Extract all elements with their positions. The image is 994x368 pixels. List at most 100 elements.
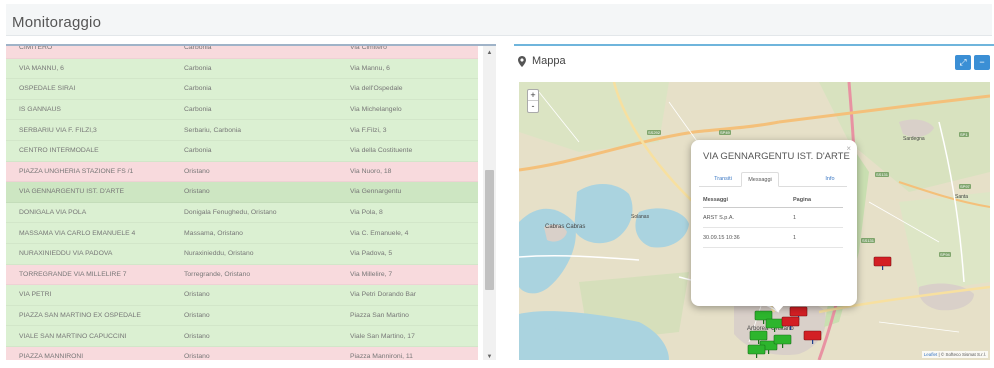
scroll-thumb[interactable]	[485, 170, 494, 290]
address-cell: Via Petri Dorando Bar	[350, 291, 416, 299]
stop-name-cell: CENTRO INTERMODALE	[19, 147, 99, 155]
bus-marker-red[interactable]	[781, 316, 801, 330]
map-attribution: Leaflet | © Softeco Sismat S.r.l.	[921, 351, 988, 358]
city-cell: Oristano	[184, 312, 210, 320]
city-cell: Oristano	[184, 353, 210, 360]
stop-name-cell: VIA MANNU, 6	[19, 64, 64, 72]
zoom-in-button[interactable]: +	[528, 90, 538, 101]
stop-name-cell: CIMITERO	[19, 44, 53, 52]
place-label-santa: Santa	[955, 194, 969, 200]
table-row[interactable]: CENTRO INTERMODALE Carbonia Via della Cost…	[6, 140, 478, 162]
table-row: 30.09.15 10:36 1	[703, 228, 843, 248]
bus-marker-green[interactable]	[747, 344, 767, 358]
address-cell: Via Michelangelo	[350, 106, 402, 114]
messages-table: Messaggi Pagina ARST S.p.A. 1 30.09.15 1…	[703, 192, 843, 248]
table-row[interactable]: PIAZZA SAN MARTINO EX OSPEDALE Oristano Pi…	[6, 305, 478, 327]
tab-transiti[interactable]: Transiti	[709, 172, 737, 187]
list-scrollbar[interactable]: ▲ ▼	[483, 46, 496, 360]
table-row[interactable]: IS GANNAUS Carbonia Via Michelangelo	[6, 99, 478, 121]
leaflet-link[interactable]: Leaflet	[924, 352, 938, 357]
expand-icon: ⤢	[959, 57, 967, 67]
bus-marker-red[interactable]	[873, 256, 893, 270]
road-label: SS292	[647, 130, 662, 135]
address-cell: Via della Costituente	[350, 147, 413, 155]
stop-name-cell: MASSAMA VIA CARLO EMANUELE 4	[19, 229, 136, 237]
tab-messaggi[interactable]: Messaggi	[741, 172, 779, 187]
city-cell: Oristano	[184, 332, 210, 340]
address-cell: Via F.Filzi, 3	[350, 126, 387, 134]
city-cell: Donigala Fenughedu, Oristano	[184, 209, 277, 217]
stop-name-cell: SERBARIU VIA F. FILZI,3	[19, 126, 97, 134]
address-cell: Piazza San Martino	[350, 312, 409, 320]
table-row[interactable]: OSPEDALE SIRAI Carbonia Via dell'Ospedale	[6, 79, 478, 100]
address-cell: Viale San Martino, 17	[350, 332, 415, 340]
monitoring-page: Monitoraggio CIMITERO Carbonia Via Cimiter…	[0, 0, 994, 368]
table-cell: ARST S.p.A.	[703, 214, 735, 221]
road-label: SS131	[875, 172, 890, 177]
stop-name-cell: VIALE SAN MARTINO CAPUCCINI	[19, 332, 127, 340]
stop-name-cell: PIAZZA UNGHERIA STAZIONE FS /1	[19, 167, 134, 175]
map-panel: Mappa ⤢ − SS292 SP1 SP97 SP94 SS131 SS13…	[514, 44, 994, 360]
address-cell: Via Gennargentu	[350, 188, 402, 196]
place-label-sardegna: Sardegna	[903, 136, 925, 142]
stops-list-panel: CIMITERO Carbonia Via Cimitero VIA MANNU, 6…	[6, 44, 496, 360]
table-row[interactable]: VIA PETRI Oristano Via Petri Dorando Bar	[6, 285, 478, 306]
scroll-down-arrow-icon[interactable]: ▼	[483, 352, 496, 360]
stop-name-cell: VIA PETRI	[19, 291, 52, 299]
expand-button[interactable]: ⤢	[955, 55, 971, 70]
map-canvas[interactable]: SS292 SP1 SP97 SP94 SS131 SS131 SP49 Cab…	[519, 82, 990, 360]
table-row[interactable]: PIAZZA UNGHERIA STAZIONE FS /1 Oristano Vi…	[6, 161, 478, 183]
column-header: Messaggi	[703, 196, 729, 203]
place-label-cabras: Cabras Cabras	[545, 224, 586, 230]
map-marker-icon	[518, 56, 526, 67]
stop-name-cell: OSPEDALE SIRAI	[19, 85, 76, 93]
table-row[interactable]: TORREGRANDE VIA MILLELIRE 7 Torregrande, …	[6, 264, 478, 286]
road-label: SP1	[959, 132, 969, 137]
table-row[interactable]: MASSAMA VIA CARLO EMANUELE 4 Massama, Ori…	[6, 223, 478, 244]
address-cell: Via C. Emanuele, 4	[350, 229, 409, 237]
tab-info[interactable]: Info	[819, 172, 841, 187]
road-label: SS131	[861, 238, 876, 243]
bus-marker-red[interactable]	[803, 330, 823, 344]
table-row[interactable]: PIAZZA MANNIRONI Oristano Piazza Mannironi…	[6, 346, 478, 360]
city-cell: Massama, Oristano	[184, 229, 243, 237]
minus-icon: −	[979, 57, 985, 67]
zoom-out-button[interactable]: -	[528, 101, 538, 112]
page-title: Monitoraggio	[12, 14, 102, 31]
stop-name-cell: PIAZZA SAN MARTINO EX OSPEDALE	[19, 312, 141, 320]
table-row[interactable]: CIMITERO Carbonia Via Cimitero	[6, 44, 478, 59]
city-cell: Serbariu, Carbonia	[184, 126, 242, 134]
city-cell: Nuraxinieddu, Oristano	[184, 250, 254, 258]
stop-name-cell: VIA GENNARGENTU IST. D'ARTE	[19, 188, 125, 196]
zoom-control: + -	[527, 89, 539, 113]
address-cell: Via Mannu, 6	[350, 64, 390, 72]
bus-marker-green[interactable]	[773, 334, 793, 348]
stop-info-popup: × VIA GENNARGENTU IST. D'ARTE Transiti M…	[691, 140, 857, 306]
table-row: ARST S.p.A. 1	[703, 208, 843, 228]
table-cell: 1	[793, 214, 797, 221]
address-cell: Via Millelire, 7	[350, 270, 393, 278]
scroll-up-arrow-icon[interactable]: ▲	[483, 48, 496, 58]
city-cell: Carbonia	[184, 85, 212, 93]
stops-table: CIMITERO Carbonia Via Cimitero VIA MANNU, 6…	[6, 44, 478, 360]
table-row[interactable]: DONIGALA VIA POLA Donigala Fenughedu, Ori…	[6, 202, 478, 224]
stop-name-cell: TORREGRANDE VIA MILLELIRE 7	[19, 270, 127, 278]
stop-name-cell: DONIGALA VIA POLA	[19, 209, 87, 217]
table-row[interactable]: VIA MANNU, 6 Carbonia Via Mannu, 6	[6, 58, 478, 80]
table-row[interactable]: VIA GENNARGENTU IST. D'ARTE Oristano Via G…	[6, 182, 478, 203]
table-row[interactable]: NURAXINIEDDU VIA PADOVA Nuraxinieddu, Ori…	[6, 243, 478, 265]
city-cell: Carbonia	[184, 64, 212, 72]
stop-name-cell: PIAZZA MANNIRONI	[19, 353, 84, 360]
stop-name-cell: NURAXINIEDDU VIA PADOVA	[19, 250, 113, 258]
popup-tip	[771, 304, 785, 312]
address-cell: Piazza Mannironi, 11	[350, 353, 413, 360]
table-row[interactable]: SERBARIU VIA F. FILZI,3 Serbariu, Carboni…	[6, 120, 478, 141]
stop-name-cell: IS GANNAUS	[19, 106, 61, 114]
city-cell: Carbonia	[184, 147, 212, 155]
address-cell: Via Cimitero	[350, 44, 387, 52]
address-cell: Via Padova, 5	[350, 250, 393, 258]
address-cell: Via Pola, 8	[350, 209, 383, 217]
city-cell: Torregrande, Oristano	[184, 270, 251, 278]
table-row[interactable]: VIALE SAN MARTINO CAPUCCINI Oristano Viale…	[6, 326, 478, 347]
collapse-button[interactable]: −	[974, 55, 990, 70]
